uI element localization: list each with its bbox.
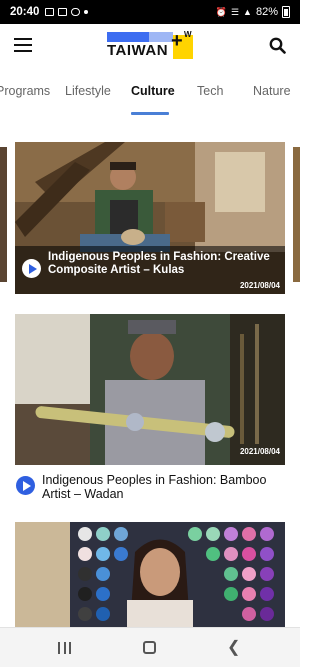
active-tab-indicator [131, 112, 169, 115]
logo-letter: W [184, 30, 192, 39]
video-title[interactable]: Indigenous Peoples in Fashion: Creative … [48, 251, 280, 277]
tab-culture[interactable]: Culture [131, 84, 175, 98]
back-chevron-icon[interactable]: ❮ [227, 640, 240, 656]
carousel-prev-peek[interactable] [0, 147, 7, 282]
featured-video-card[interactable]: Indigenous Peoples in Fashion: Creative … [15, 142, 285, 294]
play-icon[interactable] [16, 476, 35, 495]
status-bar: 20:40 ⏰ ☰ ▲ 82% [0, 0, 300, 24]
system-navigation-bar: ❮ [0, 627, 300, 667]
logo-plus-mark: + [171, 30, 183, 52]
video-thumbnail-wadan [15, 314, 285, 465]
battery-icon [282, 6, 290, 18]
video-card-third[interactable] [15, 522, 285, 627]
search-icon[interactable] [269, 37, 286, 54]
carousel-next-peek[interactable] [293, 147, 300, 282]
play-icon[interactable] [22, 259, 41, 278]
alarm-icon: ⏰ [215, 6, 227, 17]
app-header: TAIWAN + W [0, 24, 300, 68]
hamburger-menu-icon[interactable] [14, 38, 32, 52]
signal-icon: ▲ [243, 7, 252, 17]
logo-text: TAIWAN [107, 42, 169, 59]
tab-nature[interactable]: Nature [253, 84, 291, 98]
tab-programs[interactable]: Programs [0, 84, 50, 98]
cloud-notification-icon [71, 8, 81, 16]
more-notifications-dot-icon [84, 10, 89, 14]
wifi-icon: ☰ [230, 6, 240, 17]
tab-tech[interactable]: Tech [197, 84, 223, 98]
video-date: 2021/08/04 [239, 281, 280, 290]
battery-percent: 82% [255, 6, 278, 18]
taiwan-plus-logo[interactable]: TAIWAN + W [107, 30, 193, 62]
video-title[interactable]: Indigenous Peoples in Fashion: Bamboo Ar… [42, 473, 282, 501]
recents-icon[interactable] [58, 642, 71, 654]
category-tabs: Programs Lifestyle Culture Tech Nature [0, 68, 300, 116]
video-thumbnail-third [15, 522, 285, 627]
app-notification-icon [58, 8, 68, 16]
home-icon[interactable] [143, 641, 156, 654]
status-time: 20:40 [10, 6, 40, 18]
video-date: 2021/08/04 [239, 447, 280, 456]
gallery-notification-icon [45, 8, 55, 16]
video-card-wadan[interactable]: 2021/08/04 [15, 314, 285, 465]
tab-lifestyle[interactable]: Lifestyle [65, 84, 111, 98]
